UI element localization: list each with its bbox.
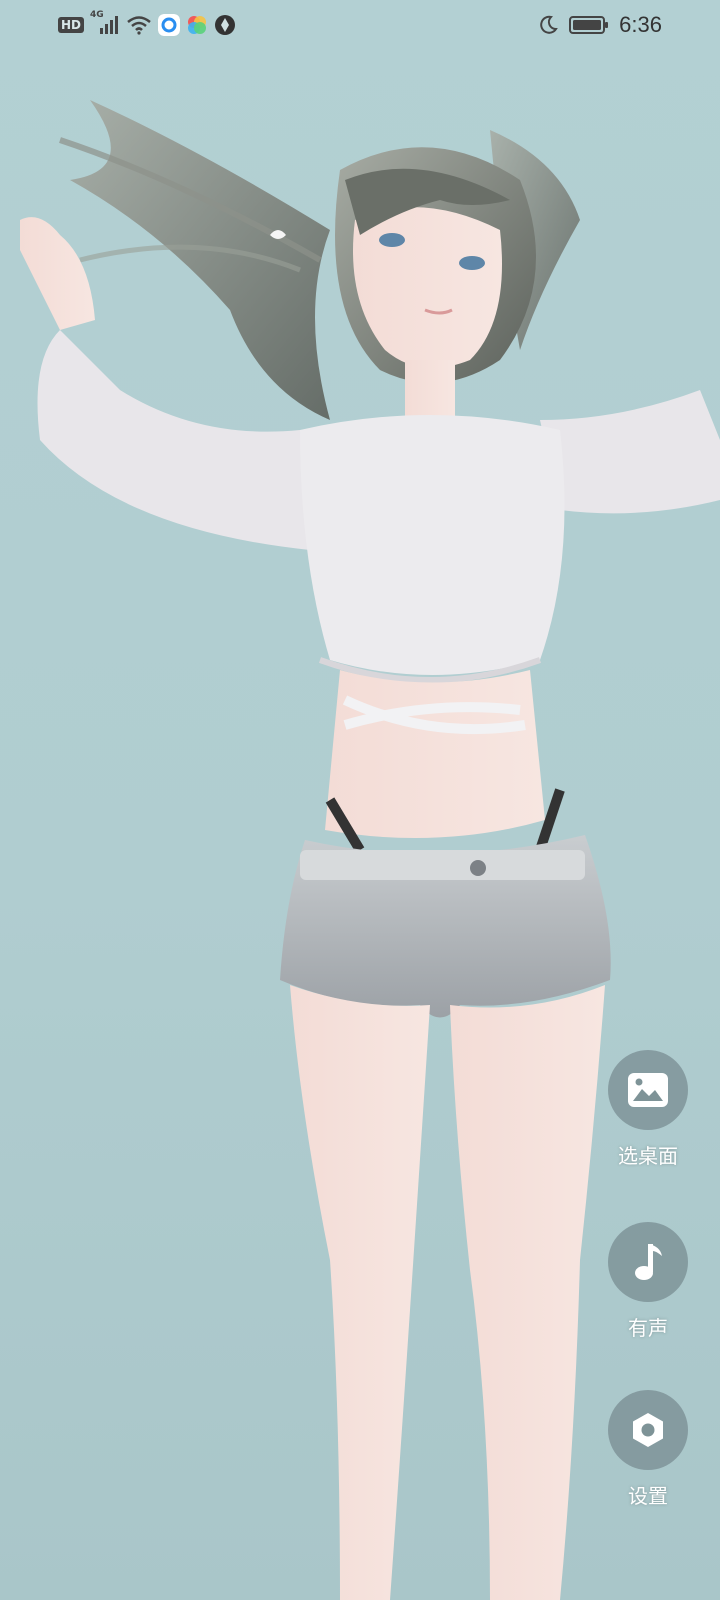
moon-icon: [540, 15, 558, 34]
music-note-icon-circle[interactable]: [608, 1222, 688, 1302]
choose-desktop-label: 选桌面: [618, 1144, 678, 1168]
status-right: 6:36: [537, 12, 662, 38]
battery-icon: [569, 16, 609, 34]
image-icon-circle[interactable]: [608, 1050, 688, 1130]
choose-desktop-button[interactable]: 选桌面: [608, 1050, 688, 1169]
settings-icon: [633, 1413, 663, 1447]
signal-icon: [100, 16, 119, 34]
settings-button[interactable]: 设置: [608, 1390, 688, 1509]
hd-badge: HD: [58, 17, 85, 33]
sound-label: 有声: [628, 1316, 668, 1340]
app-icon-blue: [158, 14, 181, 36]
clock: 6:36: [619, 12, 662, 37]
live-wallpaper-screen: HD 4G 6:36 选桌面 有声 设置: [0, 0, 720, 1600]
app-icon-colorful: [188, 16, 207, 34]
settings-label: 设置: [628, 1484, 668, 1508]
sound-toggle-button[interactable]: 有声: [608, 1222, 688, 1341]
status-bar: HD 4G 6:36: [0, 0, 720, 54]
settings-icon-circle[interactable]: [608, 1390, 688, 1470]
image-icon: [628, 1073, 668, 1107]
wifi-icon: [127, 16, 151, 35]
status-left: HD 4G: [58, 10, 236, 36]
anime-girl-dancing-figure: [20, 100, 720, 1600]
app-icon-aperture: [215, 15, 236, 35]
music-note-icon: [635, 1244, 662, 1280]
network-indicator: 4G: [90, 10, 120, 36]
